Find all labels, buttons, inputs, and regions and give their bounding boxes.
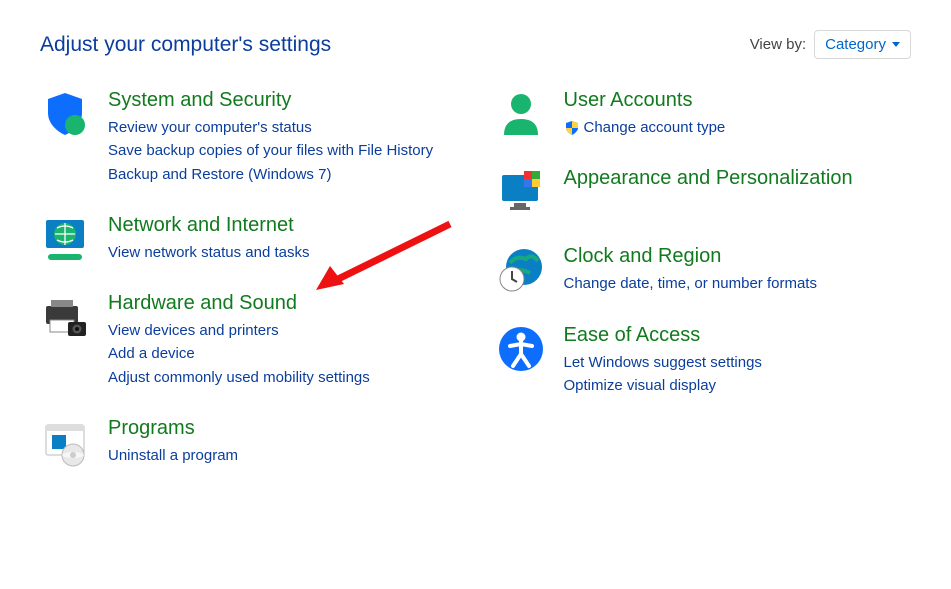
link-date-time-formats[interactable]: Change date, time, or number formats [564, 272, 912, 295]
link-suggest-settings[interactable]: Let Windows suggest settings [564, 351, 912, 374]
category-title-ease-of-access[interactable]: Ease of Access [564, 324, 912, 347]
link-mobility-settings[interactable]: Adjust commonly used mobility settings [108, 366, 456, 389]
category-ease-of-access: Ease of Access Let Windows suggest setti… [496, 324, 912, 398]
left-column: System and Security Review your computer… [40, 89, 456, 495]
link-backup-restore[interactable]: Backup and Restore (Windows 7) [108, 163, 456, 186]
category-user-accounts: User Accounts Change account type [496, 89, 912, 139]
link-change-account-type-text: Change account type [584, 116, 726, 139]
link-add-device[interactable]: Add a device [108, 342, 456, 365]
category-title-user-accounts[interactable]: User Accounts [564, 89, 912, 112]
category-title-system-security[interactable]: System and Security [108, 89, 456, 112]
link-change-account-type[interactable]: Change account type [564, 116, 912, 139]
printer-camera-icon [40, 292, 90, 342]
uac-shield-icon [564, 120, 580, 136]
viewby-select[interactable]: Category [814, 30, 911, 59]
right-column: User Accounts Change account type [496, 89, 912, 495]
category-hardware-sound: Hardware and Sound View devices and prin… [40, 292, 456, 389]
category-network-internet: Network and Internet View network status… [40, 214, 456, 264]
category-title-appearance-personalization[interactable]: Appearance and Personalization [564, 167, 912, 190]
category-programs: Programs Uninstall a program [40, 417, 456, 467]
category-title-clock-region[interactable]: Clock and Region [564, 245, 912, 268]
header-bar: Adjust your computer's settings View by:… [0, 0, 951, 69]
page-title: Adjust your computer's settings [40, 33, 331, 57]
category-title-programs[interactable]: Programs [108, 417, 456, 440]
chevron-down-icon [892, 42, 900, 47]
categories-grid: System and Security Review your computer… [0, 69, 951, 495]
category-system-security: System and Security Review your computer… [40, 89, 456, 186]
user-icon [496, 89, 546, 139]
category-appearance-personalization: Appearance and Personalization [496, 167, 912, 217]
link-optimize-display[interactable]: Optimize visual display [564, 374, 912, 397]
link-network-status[interactable]: View network status and tasks [108, 241, 456, 264]
viewby-label: View by: [750, 36, 806, 53]
link-uninstall-program[interactable]: Uninstall a program [108, 444, 456, 467]
shield-icon [40, 89, 90, 139]
globe-monitor-icon [40, 214, 90, 264]
category-clock-region: Clock and Region Change date, time, or n… [496, 245, 912, 295]
link-devices-printers[interactable]: View devices and printers [108, 319, 456, 342]
viewby-container: View by: Category [750, 30, 911, 59]
clock-globe-icon [496, 245, 546, 295]
link-file-history[interactable]: Save backup copies of your files with Fi… [108, 139, 456, 162]
viewby-value: Category [825, 36, 886, 53]
programs-icon [40, 417, 90, 467]
category-title-network-internet[interactable]: Network and Internet [108, 214, 456, 237]
link-review-status[interactable]: Review your computer's status [108, 116, 456, 139]
monitor-palette-icon [496, 167, 546, 217]
accessibility-icon [496, 324, 546, 374]
category-title-hardware-sound[interactable]: Hardware and Sound [108, 292, 456, 315]
